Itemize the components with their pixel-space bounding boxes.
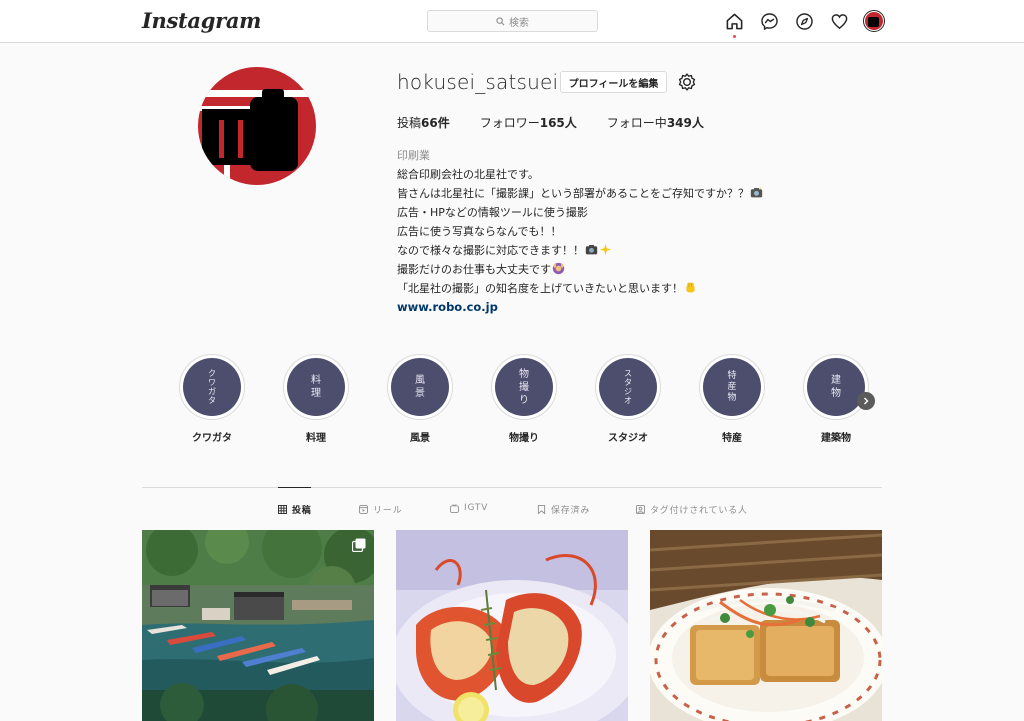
post-fried-tofu[interactable] xyxy=(650,530,882,721)
activity-heart-icon[interactable] xyxy=(829,11,849,31)
reels-icon xyxy=(359,505,368,514)
bio-line: 広告に使う写真ならなんでも！！ xyxy=(397,225,562,238)
bio-line: 撮影だけのお仕事も大丈夫です xyxy=(397,260,817,279)
highlight-cover: クワガタ xyxy=(183,358,241,416)
profile-website-link[interactable]: www.robo.co.jp xyxy=(397,298,817,317)
highlight-cover: スタジオ xyxy=(599,358,657,416)
tab-posts[interactable]: 投稿 xyxy=(278,503,312,516)
highlight-kuwagata[interactable]: クワガタ クワガタ xyxy=(178,354,246,444)
settings-gear-icon[interactable] xyxy=(677,72,697,92)
post-image xyxy=(142,530,374,721)
highlight-cover: 建物 xyxy=(807,358,865,416)
profile-category: 印刷業 xyxy=(397,149,430,162)
highlight-tokusan[interactable]: 特産物 特産 xyxy=(698,354,766,444)
profile-bio: 印刷業 総合印刷会社の北星社です。 皆さんは北星社に「撮影課」という部署があるこ… xyxy=(397,146,817,317)
highlights-next-button[interactable] xyxy=(857,392,875,410)
messenger-icon[interactable] xyxy=(759,11,779,31)
search-icon xyxy=(496,16,505,25)
tab-igtv[interactable]: IGTV xyxy=(450,503,488,513)
highlight-label: 建築物 xyxy=(821,433,851,444)
highlight-cover: 特産物 xyxy=(703,358,761,416)
home-icon[interactable] xyxy=(724,11,744,31)
tab-label: 投稿 xyxy=(292,506,312,516)
person-raising-hands-emoji xyxy=(552,262,565,275)
followers-count[interactable]: フォロワー165人 xyxy=(480,114,577,131)
highlight-cover: 風景 xyxy=(391,358,449,416)
bio-line: 「北星社の撮影」の知名度を上げていきたいと思います！ xyxy=(397,279,817,298)
camera-emoji xyxy=(585,245,598,255)
camera-flash-emoji xyxy=(750,186,763,198)
profile-avatar[interactable] xyxy=(198,67,316,185)
home-active-dot xyxy=(733,35,736,38)
highlight-label: 特産 xyxy=(722,433,742,444)
tab-reels[interactable]: リール xyxy=(359,503,402,516)
tabs-divider xyxy=(142,487,882,488)
post-image xyxy=(396,530,628,721)
tab-label: IGTV xyxy=(464,503,489,513)
bio-line: 総合印刷会社の北星社です。 xyxy=(397,168,539,181)
grid-icon xyxy=(278,505,287,514)
tab-tagged[interactable]: タグ付けされている人 xyxy=(636,503,748,516)
tab-label: 保存済み xyxy=(551,506,591,516)
chevron-right-icon xyxy=(864,397,869,405)
highlight-fukei[interactable]: 風景 風景 xyxy=(386,354,454,444)
tagged-icon xyxy=(636,505,645,514)
instagram-logo[interactable]: Instagram xyxy=(142,8,261,33)
highlight-butsudori[interactable]: 物撮り 物撮り xyxy=(490,354,558,444)
profile-stats: 投稿66件 フォロワー165人 フォロー中349人 xyxy=(397,114,734,131)
highlight-label: 料理 xyxy=(306,433,326,444)
tab-label: タグ付けされている人 xyxy=(650,506,748,516)
story-highlights: クワガタ クワガタ 料理 料理 風景 風景 物撮り 物撮り スタジオ スタジオ … xyxy=(176,354,876,454)
search-placeholder: 検索 xyxy=(509,17,529,29)
post-harbor-village[interactable] xyxy=(142,530,374,721)
bookmark-icon xyxy=(537,505,546,514)
sparkles-emoji xyxy=(599,243,612,256)
highlight-label: スタジオ xyxy=(608,433,648,444)
bio-line: なので様々な撮影に対応できます！！ xyxy=(397,241,817,260)
fist-emoji xyxy=(686,282,695,293)
profile-avatar-small[interactable] xyxy=(863,10,885,32)
following-count[interactable]: フォロー中349人 xyxy=(607,114,704,131)
highlight-cover: 物撮り xyxy=(495,358,553,416)
highlight-ryori[interactable]: 料理 料理 xyxy=(282,354,350,444)
post-image xyxy=(650,530,882,721)
tab-label: リール xyxy=(373,506,403,516)
top-navigation-bar: Instagram 検索 xyxy=(0,0,1024,43)
bio-line: 広告・HPなどの情報ツールに使う撮影 xyxy=(397,206,588,219)
edit-profile-button[interactable]: プロフィールを編集 xyxy=(560,71,667,93)
active-tab-indicator xyxy=(278,487,311,488)
highlight-label: 物撮り xyxy=(509,433,539,444)
multiple-photos-icon xyxy=(352,538,366,552)
profile-username: hokusei_satsuei xyxy=(397,70,559,94)
highlight-label: 風景 xyxy=(410,433,430,444)
highlight-studio[interactable]: スタジオ スタジオ xyxy=(594,354,662,444)
igtv-icon xyxy=(450,503,459,513)
explore-compass-icon[interactable] xyxy=(794,11,814,31)
tab-saved[interactable]: 保存済み xyxy=(537,503,590,516)
highlight-cover: 料理 xyxy=(287,358,345,416)
posts-count: 投稿66件 xyxy=(397,116,450,130)
post-lobster-dish[interactable] xyxy=(396,530,628,721)
bio-line: 皆さんは北星社に「撮影課」という部署があることをご存知ですか？？ xyxy=(397,184,817,203)
highlight-label: クワガタ xyxy=(192,433,232,444)
search-input[interactable]: 検索 xyxy=(427,10,598,32)
